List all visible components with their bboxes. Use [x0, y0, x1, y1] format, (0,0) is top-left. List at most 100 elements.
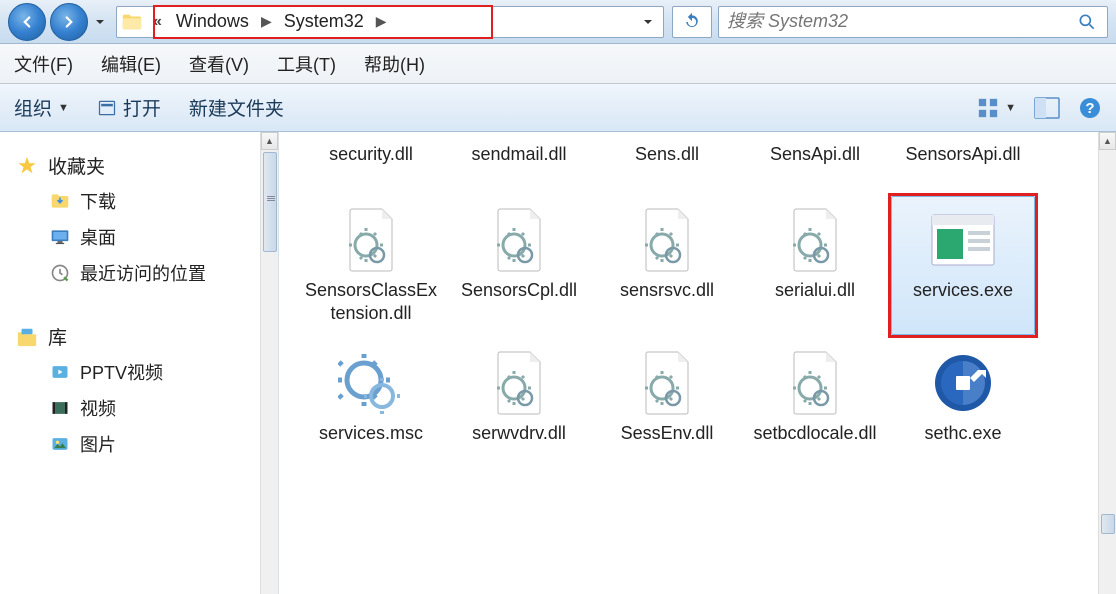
- dll-icon: [780, 348, 850, 418]
- file-label: sendmail.dll: [471, 143, 566, 166]
- organize-button[interactable]: 组织 ▼: [14, 94, 69, 121]
- file-label: Sens.dll: [635, 143, 699, 166]
- dll-icon: [632, 348, 702, 418]
- chevron-overflow-icon[interactable]: «: [153, 13, 162, 31]
- sidebar-favorites[interactable]: 收藏夹: [6, 148, 272, 183]
- new-folder-button[interactable]: 新建文件夹: [189, 94, 284, 121]
- organize-label: 组织: [14, 94, 52, 121]
- search-box[interactable]: [718, 6, 1108, 38]
- sidebar-pictures[interactable]: 图片: [6, 426, 272, 462]
- file-item[interactable]: serialui.dll: [743, 196, 887, 335]
- file-label: SensorsCpl.dll: [461, 279, 577, 302]
- picture-icon: [50, 434, 70, 454]
- chevron-down-icon: ▼: [1005, 102, 1016, 114]
- file-label: serwvdrv.dll: [472, 422, 566, 445]
- help-button[interactable]: ?: [1078, 96, 1102, 120]
- file-label: SensApi.dll: [770, 143, 860, 166]
- sidebar-pptv-label: PPTV视频: [80, 359, 163, 385]
- search-icon[interactable]: [1075, 12, 1099, 32]
- chevron-right-icon: ▶: [261, 13, 272, 30]
- msc-icon: [336, 348, 406, 418]
- menu-help[interactable]: 帮助(H): [364, 51, 425, 77]
- file-label: services.msc: [319, 422, 423, 445]
- file-item[interactable]: serwvdrv.dll: [447, 339, 591, 469]
- file-label: SessEnv.dll: [621, 422, 714, 445]
- menu-edit[interactable]: 编辑(E): [101, 51, 161, 77]
- view-options-button[interactable]: ▼: [977, 97, 1016, 119]
- dll-icon: [484, 348, 554, 418]
- file-label: setbcdlocale.dll: [753, 422, 876, 445]
- sidebar-desktop-label: 桌面: [80, 224, 116, 250]
- file-item[interactable]: SensorsApi.dll: [891, 142, 1035, 192]
- file-item[interactable]: SensorsCpl.dll: [447, 196, 591, 335]
- recent-icon: [50, 263, 70, 283]
- sidebar-desktop[interactable]: 桌面: [6, 219, 272, 255]
- file-item[interactable]: security.dll: [299, 142, 443, 192]
- file-label: serialui.dll: [775, 279, 855, 302]
- video-icon: [50, 362, 70, 382]
- scroll-up-button[interactable]: ▲: [1099, 132, 1116, 150]
- forward-button[interactable]: [50, 3, 88, 41]
- file-label: services.exe: [913, 279, 1013, 302]
- video-icon: [50, 398, 70, 418]
- sidebar-recent[interactable]: 最近访问的位置: [6, 255, 272, 291]
- file-label: sethc.exe: [924, 422, 1001, 445]
- library-icon: [16, 326, 38, 348]
- file-item[interactable]: setbcdlocale.dll: [743, 339, 887, 469]
- chevron-right-icon: ▶: [376, 13, 387, 30]
- file-item[interactable]: Sens.dll: [595, 142, 739, 192]
- file-item[interactable]: sensrsvc.dll: [595, 196, 739, 335]
- refresh-button[interactable]: [672, 6, 712, 38]
- chevron-down-icon: ▼: [58, 102, 69, 114]
- dll-icon: [484, 205, 554, 275]
- star-icon: [16, 155, 38, 177]
- breadcrumb-system32[interactable]: System32: [276, 9, 372, 34]
- preview-pane-button[interactable]: [1034, 97, 1060, 119]
- dll-icon: [632, 205, 702, 275]
- menu-bar: 文件(F) 编辑(E) 查看(V) 工具(T) 帮助(H): [0, 44, 1116, 84]
- toolbar: 组织 ▼ 打开 新建文件夹 ▼ ?: [0, 84, 1116, 132]
- sidebar-downloads[interactable]: 下载: [6, 183, 272, 219]
- file-item-services-exe[interactable]: services.exe: [891, 196, 1035, 335]
- sidebar-scrollbar[interactable]: ▲: [260, 132, 278, 594]
- file-item[interactable]: SensorsClassExtension.dll: [299, 196, 443, 335]
- open-icon: [97, 98, 117, 118]
- content-scrollbar[interactable]: ▲: [1098, 132, 1116, 594]
- scroll-thumb[interactable]: [263, 152, 277, 252]
- menu-view[interactable]: 查看(V): [189, 51, 249, 77]
- sidebar-libraries[interactable]: 库: [6, 319, 272, 354]
- file-item[interactable]: sethc.exe: [891, 339, 1035, 469]
- dll-icon: [336, 205, 406, 275]
- file-item[interactable]: SensApi.dll: [743, 142, 887, 192]
- open-button[interactable]: 打开: [97, 94, 161, 121]
- scroll-up-button[interactable]: ▲: [261, 132, 278, 150]
- breadcrumb-windows[interactable]: Windows: [168, 9, 257, 34]
- sidebar-pptv[interactable]: PPTV视频: [6, 354, 272, 390]
- nav-history-dropdown[interactable]: [92, 17, 108, 27]
- address-bar[interactable]: « Windows ▶ System32 ▶: [116, 6, 664, 38]
- scroll-thumb[interactable]: [1101, 514, 1115, 534]
- file-item[interactable]: SessEnv.dll: [595, 339, 739, 469]
- search-input[interactable]: [727, 11, 1075, 32]
- menu-tools[interactable]: 工具(T): [277, 51, 336, 77]
- address-dropdown[interactable]: [637, 17, 659, 27]
- sidebar-favorites-label: 收藏夹: [48, 152, 105, 179]
- back-button[interactable]: [8, 3, 46, 41]
- exe-icon: [928, 205, 998, 275]
- folder-icon: [121, 11, 143, 33]
- sidebar-libraries-label: 库: [48, 323, 67, 350]
- sidebar-downloads-label: 下载: [80, 188, 116, 214]
- svg-text:?: ?: [1085, 100, 1094, 117]
- desktop-icon: [50, 227, 70, 247]
- file-label: SensorsClassExtension.dll: [304, 279, 438, 326]
- sidebar-video[interactable]: 视频: [6, 390, 272, 426]
- file-label: security.dll: [329, 143, 413, 166]
- file-item[interactable]: services.msc: [299, 339, 443, 469]
- file-item[interactable]: sendmail.dll: [447, 142, 591, 192]
- file-view: security.dll sendmail.dll Sens.dll SensA…: [278, 132, 1116, 594]
- menu-file[interactable]: 文件(F): [14, 51, 73, 77]
- sidebar-recent-label: 最近访问的位置: [80, 260, 206, 286]
- file-label: SensorsApi.dll: [905, 143, 1020, 166]
- download-icon: [50, 191, 70, 211]
- navigation-pane: 收藏夹 下载 桌面 最近访问的位置 库: [0, 132, 278, 594]
